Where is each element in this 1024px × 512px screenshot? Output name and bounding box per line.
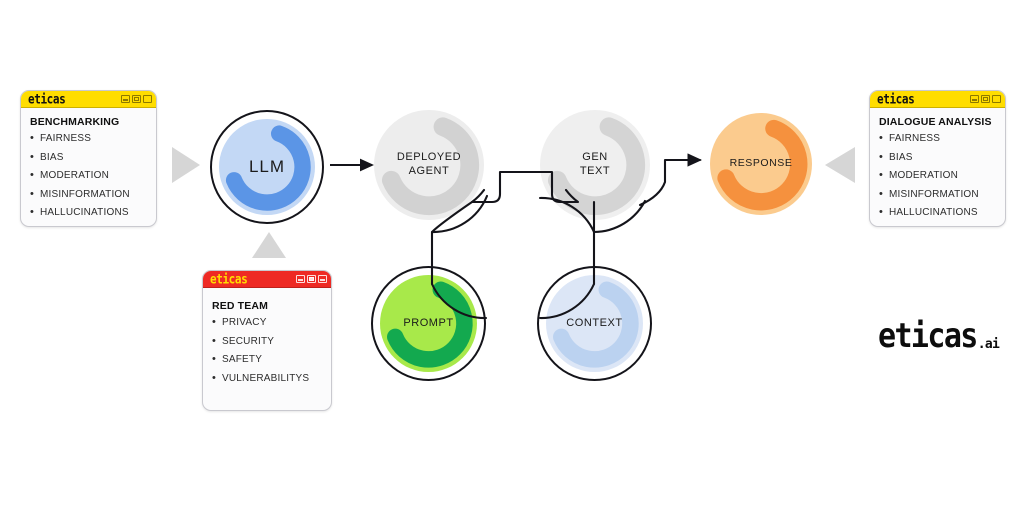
panel-titlebar[interactable]: eticas bbox=[203, 271, 331, 288]
panel-heading: RED TEAM bbox=[212, 300, 269, 312]
window-controls[interactable] bbox=[970, 95, 1001, 103]
minimize-icon[interactable] bbox=[970, 95, 979, 103]
triangle-right-icon bbox=[172, 147, 200, 183]
close-icon[interactable] bbox=[318, 275, 327, 283]
list-item: MODERATION bbox=[879, 170, 996, 181]
list-item: MISINFORMATION bbox=[30, 189, 147, 200]
minimize-icon[interactable] bbox=[296, 275, 305, 283]
panel-dialogue-analysis[interactable]: eticas DIALOGUE ANALYSIS FAIRNESS BIAS M… bbox=[869, 90, 1006, 227]
list-item: MISINFORMATION bbox=[879, 189, 996, 200]
panel-heading: BENCHMARKING bbox=[30, 116, 120, 128]
panel-red-team[interactable]: eticas RED TEAM PRIVACY SECURITY SAFETY … bbox=[202, 270, 332, 411]
list-item: HALLUCINATIONS bbox=[30, 207, 147, 218]
maximize-icon[interactable] bbox=[307, 275, 316, 283]
node-label: LLM bbox=[248, 157, 286, 177]
node-prompt[interactable]: PROMPT bbox=[371, 266, 486, 381]
eticas-ai-logo: eticas .ai bbox=[878, 316, 1000, 357]
node-deployed-agent[interactable]: DEPLOYED AGENT bbox=[374, 110, 484, 220]
list-item: PRIVACY bbox=[212, 317, 322, 328]
triangle-up-icon bbox=[252, 232, 286, 258]
logo-tld: .ai bbox=[977, 337, 1000, 352]
node-label: CONTEXT bbox=[566, 316, 623, 329]
close-icon[interactable] bbox=[143, 95, 152, 103]
panel-item-list: PRIVACY SECURITY SAFETY VULNERABILITYS bbox=[212, 317, 322, 384]
list-item: MODERATION bbox=[30, 170, 147, 181]
eticas-window-brand: eticas bbox=[28, 91, 66, 107]
list-item: SECURITY bbox=[212, 336, 322, 347]
panel-body: BENCHMARKING FAIRNESS BIAS MODERATION MI… bbox=[21, 108, 156, 226]
node-llm[interactable]: LLM bbox=[210, 110, 324, 224]
node-label: RESPONSE bbox=[729, 157, 793, 170]
list-item: BIAS bbox=[30, 152, 147, 163]
list-item: VULNERABILITYS bbox=[212, 373, 322, 384]
list-item: FAIRNESS bbox=[30, 133, 147, 144]
panel-item-list: FAIRNESS BIAS MODERATION MISINFORMATION … bbox=[879, 133, 996, 218]
node-context[interactable]: CONTEXT bbox=[537, 266, 652, 381]
panel-item-list: FAIRNESS BIAS MODERATION MISINFORMATION … bbox=[30, 133, 147, 218]
node-label: GEN TEXT bbox=[579, 151, 611, 177]
node-label: PROMPT bbox=[403, 316, 454, 329]
panel-body: RED TEAM PRIVACY SECURITY SAFETY VULNERA… bbox=[203, 288, 331, 410]
minimize-icon[interactable] bbox=[121, 95, 130, 103]
panel-titlebar[interactable]: eticas bbox=[21, 91, 156, 108]
node-label: DEPLOYED AGENT bbox=[396, 151, 462, 177]
panel-heading: DIALOGUE ANALYSIS bbox=[879, 116, 992, 128]
eticas-window-brand: eticas bbox=[210, 271, 248, 287]
list-item: FAIRNESS bbox=[879, 133, 996, 144]
panel-benchmarking[interactable]: eticas BENCHMARKING FAIRNESS BIAS MODERA… bbox=[20, 90, 157, 227]
maximize-icon[interactable] bbox=[981, 95, 990, 103]
flow-connectors bbox=[330, 153, 703, 320]
maximize-icon[interactable] bbox=[132, 95, 141, 103]
list-item: BIAS bbox=[879, 152, 996, 163]
eticas-window-brand: eticas bbox=[877, 91, 915, 107]
diagram-canvas: eticas BENCHMARKING FAIRNESS BIAS MODERA… bbox=[0, 0, 1024, 512]
window-controls[interactable] bbox=[296, 275, 327, 283]
triangle-left-icon bbox=[825, 147, 855, 183]
logo-wordmark: eticas bbox=[878, 316, 978, 357]
window-controls[interactable] bbox=[121, 95, 152, 103]
triangle-connectors bbox=[172, 147, 855, 258]
panel-body: DIALOGUE ANALYSIS FAIRNESS BIAS MODERATI… bbox=[870, 108, 1005, 226]
node-gen-text[interactable]: GEN TEXT bbox=[540, 110, 650, 220]
node-response[interactable]: RESPONSE bbox=[710, 113, 812, 215]
panel-titlebar[interactable]: eticas bbox=[870, 91, 1005, 108]
close-icon[interactable] bbox=[992, 95, 1001, 103]
list-item: HALLUCINATIONS bbox=[879, 207, 996, 218]
list-item: SAFETY bbox=[212, 354, 322, 365]
